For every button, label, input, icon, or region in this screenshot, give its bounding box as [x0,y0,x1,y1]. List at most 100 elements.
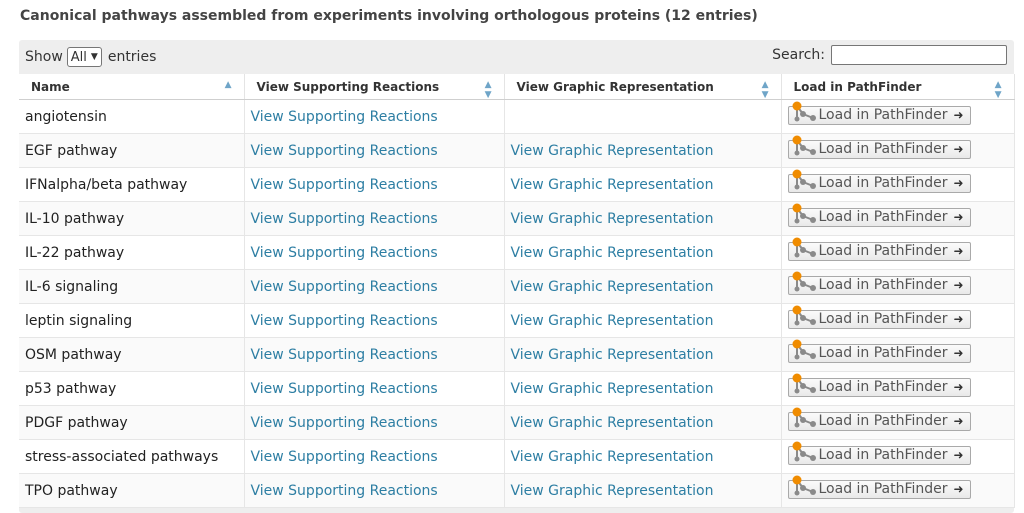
graphic-cell: View Graphic Representation [504,405,782,440]
load-in-pathfinder-button[interactable]: Load in PathFinder ➜ [787,135,971,159]
view-supporting-reactions-link[interactable]: View Supporting Reactions [251,109,438,125]
arrow-right-icon: ➜ [953,108,964,123]
view-graphic-representation-link[interactable]: View Graphic Representation [511,483,714,499]
column-header-pathfinder[interactable]: Load in PathFinder ▲ ▼ [781,74,1015,100]
view-graphic-representation-link[interactable]: View Graphic Representation [511,415,714,431]
reactions-cell: View Supporting Reactions [244,303,505,338]
view-graphic-representation-link[interactable]: View Graphic Representation [511,347,714,363]
reactions-cell: View Supporting Reactions [244,167,505,202]
view-supporting-reactions-link[interactable]: View Supporting Reactions [251,449,438,465]
pathfinder-network-icon [792,135,816,156]
graphic-cell: View Graphic Representation [504,439,782,474]
view-supporting-reactions-link[interactable]: View Supporting Reactions [251,415,438,431]
table-header-row: Name ▲ View Supporting Reactions ▲ ▼ View… [19,74,1015,100]
pathway-name-text: IL-22 pathway [25,244,125,261]
view-graphic-representation-link[interactable]: View Graphic Representation [511,313,714,329]
pathway-name: stress-associated pathways [19,439,245,474]
arrow-right-icon: ➜ [953,142,964,157]
graphic-cell: View Graphic Representation [504,167,782,202]
pathfinder-network-icon [792,203,816,224]
load-in-pathfinder-button[interactable]: Load in PathFinder ➜ [787,305,971,329]
pathfinder-cell: Load in PathFinder ➜ [781,303,1015,338]
datatable-wrapper: Show All ▼ entries Search: Name ▲ View S… [19,40,1015,513]
view-supporting-reactions-link[interactable]: View Supporting Reactions [251,279,438,295]
view-graphic-representation-link[interactable]: View Graphic Representation [511,143,714,159]
view-graphic-representation-link[interactable]: View Graphic Representation [511,279,714,295]
load-in-pathfinder-button[interactable]: Load in PathFinder ➜ [787,203,971,227]
table-controls: Show All ▼ entries Search: [19,40,1014,75]
view-graphic-representation-link[interactable]: View Graphic Representation [511,381,714,397]
sort-both-icon: ▲ ▼ [484,80,492,100]
pathway-name-text: TPO pathway [25,482,118,499]
pathfinder-network-icon [792,169,816,190]
table-row: IFNalpha/beta pathway View Supporting Re… [19,167,1015,202]
pathfinder-network-icon [792,407,816,428]
arrow-right-icon: ➜ [953,176,964,191]
sort-ascending-icon: ▲ [224,80,232,90]
load-in-pathfinder-label: Load in PathFinder [818,209,948,226]
pathway-name: PDGF pathway [19,405,245,440]
load-in-pathfinder-button[interactable]: Load in PathFinder ➜ [787,373,971,397]
table-row: angiotensin View Supporting Reactions Lo… [19,99,1015,134]
pathway-name: IL-22 pathway [19,235,245,270]
arrow-right-icon: ➜ [953,482,964,497]
arrow-right-icon: ➜ [953,278,964,293]
view-graphic-representation-link[interactable]: View Graphic Representation [511,245,714,261]
view-graphic-representation-link[interactable]: View Graphic Representation [511,449,714,465]
pathway-name: angiotensin [19,99,245,134]
view-supporting-reactions-link[interactable]: View Supporting Reactions [251,483,438,499]
pathfinder-cell: Load in PathFinder ➜ [781,337,1015,372]
load-in-pathfinder-button[interactable]: Load in PathFinder ➜ [787,169,971,193]
pathway-name-text: IFNalpha/beta pathway [25,176,188,193]
column-header-reactions[interactable]: View Supporting Reactions ▲ ▼ [244,74,505,100]
pathfinder-cell: Load in PathFinder ➜ [781,439,1015,474]
pathfinder-cell: Load in PathFinder ➜ [781,405,1015,440]
load-in-pathfinder-label: Load in PathFinder [818,447,948,464]
view-supporting-reactions-link[interactable]: View Supporting Reactions [251,347,438,363]
view-supporting-reactions-link[interactable]: View Supporting Reactions [251,143,438,159]
pathway-name-text: EGF pathway [25,142,118,159]
pathway-name-text: stress-associated pathways [25,448,219,465]
search-control: Search: [772,45,1007,65]
load-in-pathfinder-button[interactable]: Load in PathFinder ➜ [787,441,971,465]
load-in-pathfinder-label: Load in PathFinder [818,277,948,294]
load-in-pathfinder-button[interactable]: Load in PathFinder ➜ [787,101,971,125]
view-supporting-reactions-link[interactable]: View Supporting Reactions [251,177,438,193]
load-in-pathfinder-button[interactable]: Load in PathFinder ➜ [787,237,971,261]
view-graphic-representation-link[interactable]: View Graphic Representation [511,211,714,227]
sort-both-icon: ▲ ▼ [761,80,769,100]
view-supporting-reactions-link[interactable]: View Supporting Reactions [251,381,438,397]
view-supporting-reactions-link[interactable]: View Supporting Reactions [251,211,438,227]
table-row: IL-10 pathway View Supporting Reactions … [19,201,1015,236]
view-supporting-reactions-link[interactable]: View Supporting Reactions [251,245,438,261]
pathway-name: IL-6 signaling [19,269,245,304]
pathfinder-cell: Load in PathFinder ➜ [781,99,1015,134]
column-header-graphic[interactable]: View Graphic Representation ▲ ▼ [504,74,782,100]
load-in-pathfinder-button[interactable]: Load in PathFinder ➜ [787,475,971,499]
column-header-name[interactable]: Name ▲ [19,74,245,100]
table-row: leptin signaling View Supporting Reactio… [19,303,1015,338]
table-row: PDGF pathway View Supporting Reactions V… [19,405,1015,440]
graphic-cell: View Graphic Representation [504,337,782,372]
view-graphic-representation-link[interactable]: View Graphic Representation [511,177,714,193]
load-in-pathfinder-button[interactable]: Load in PathFinder ➜ [787,271,971,295]
reactions-cell: View Supporting Reactions [244,371,505,406]
view-supporting-reactions-link[interactable]: View Supporting Reactions [251,313,438,329]
pathfinder-cell: Load in PathFinder ➜ [781,371,1015,406]
pathway-name: p53 pathway [19,371,245,406]
column-header-label: View Supporting Reactions [256,79,440,94]
pathfinder-network-icon [792,305,816,326]
load-in-pathfinder-button[interactable]: Load in PathFinder ➜ [787,407,971,431]
arrow-right-icon: ➜ [953,210,964,225]
search-input[interactable] [831,45,1007,65]
load-in-pathfinder-button[interactable]: Load in PathFinder ➜ [787,339,971,363]
pathway-name: IFNalpha/beta pathway [19,167,245,202]
pathfinder-cell: Load in PathFinder ➜ [781,201,1015,236]
table-body: angiotensin View Supporting Reactions Lo… [19,99,1015,508]
reactions-cell: View Supporting Reactions [244,405,505,440]
pathfinder-cell: Load in PathFinder ➜ [781,269,1015,304]
table-row: IL-6 signaling View Supporting Reactions… [19,269,1015,304]
load-in-pathfinder-label: Load in PathFinder [818,345,948,362]
load-in-pathfinder-label: Load in PathFinder [818,107,948,124]
entries-select[interactable]: All ▼ [66,47,102,67]
